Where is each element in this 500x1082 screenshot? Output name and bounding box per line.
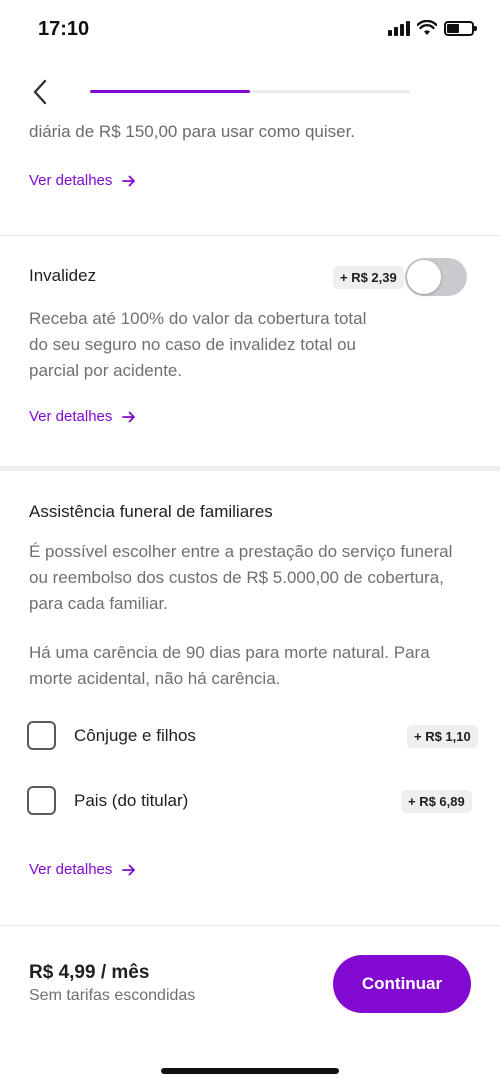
status-bar: 17:10 xyxy=(0,0,500,60)
details-link-funeral[interactable]: Ver detalhes xyxy=(29,861,136,878)
option-price-conjuge-filhos: + R$ 1,10 xyxy=(407,725,478,748)
details-link-label: Ver detalhes xyxy=(29,861,113,878)
arrow-right-icon xyxy=(122,411,136,422)
arrow-right-icon xyxy=(122,864,136,875)
details-link-label: Ver detalhes xyxy=(29,408,113,425)
invalidez-toggle[interactable] xyxy=(405,258,467,296)
signal-icon xyxy=(388,20,410,36)
funeral-grace-note: Há uma carência de 90 dias para morte na… xyxy=(29,643,430,688)
wifi-icon xyxy=(417,20,437,35)
chevron-left-icon xyxy=(33,79,47,105)
price-note: Sem tarifas escondidas xyxy=(29,987,196,1004)
details-link-label: Ver detalhes xyxy=(29,172,113,189)
progress-fill xyxy=(90,90,250,93)
back-button[interactable] xyxy=(24,76,56,108)
invalidez-title: Invalidez xyxy=(29,266,97,285)
status-time: 17:10 xyxy=(38,18,90,40)
details-link-invalidez[interactable]: Ver detalhes xyxy=(29,408,136,425)
funeral-description: É possível escolher entre a prestação do… xyxy=(29,542,453,613)
top-navigation xyxy=(0,70,500,115)
home-indicator xyxy=(161,1068,339,1074)
coverage-description-clipped: diária de R$ 150,00 para usar como quise… xyxy=(29,122,356,141)
option-price-pais: + R$ 6,89 xyxy=(401,790,472,813)
progress-bar xyxy=(90,90,410,93)
funeral-title: Assistência funeral de familiares xyxy=(29,502,273,521)
section-divider xyxy=(0,466,500,471)
toggle-knob xyxy=(407,260,441,294)
status-icons xyxy=(388,20,477,36)
continue-button[interactable]: Continuar xyxy=(333,955,471,1013)
option-label-conjuge-filhos: Cônjuge e filhos xyxy=(74,726,196,745)
invalidez-description: Receba até 100% do valor da cobertura to… xyxy=(29,309,367,380)
option-label-pais: Pais (do titular) xyxy=(74,791,189,810)
divider xyxy=(0,235,500,236)
total-price: R$ 4,99 / mês xyxy=(29,962,150,983)
checkbox-conjuge-filhos[interactable] xyxy=(27,721,56,750)
invalidez-price-badge: + R$ 2,39 xyxy=(333,266,404,289)
checkbox-pais[interactable] xyxy=(27,786,56,815)
details-link-top[interactable]: Ver detalhes xyxy=(29,172,136,189)
arrow-right-icon xyxy=(122,175,136,186)
footer-bar: R$ 4,99 / mês Sem tarifas escondidas Con… xyxy=(0,925,500,1082)
battery-icon xyxy=(444,20,477,36)
